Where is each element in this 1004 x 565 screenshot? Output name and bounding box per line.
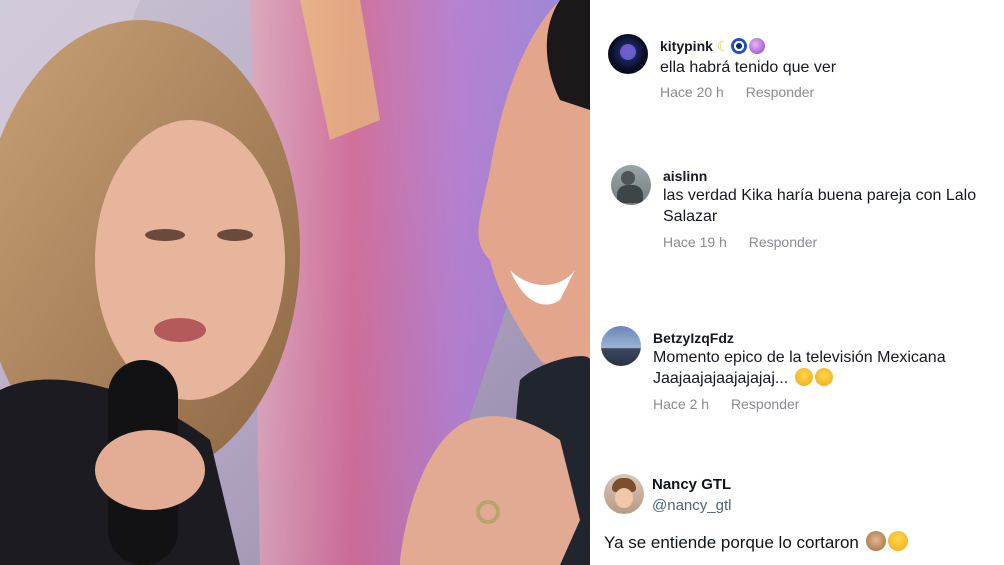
comment-text: ella habrá tenido que ver bbox=[660, 59, 837, 76]
reply-button[interactable]: Responder bbox=[749, 234, 818, 250]
comment-username[interactable]: aislinn bbox=[663, 168, 707, 184]
avatar[interactable] bbox=[608, 34, 648, 74]
comment-timestamp: Hace 20 h bbox=[660, 84, 724, 100]
comments-panel: kitypink ☾ ella habrá tenido que ver Hac… bbox=[590, 0, 1004, 565]
comment-timestamp: Hace 2 h bbox=[653, 396, 710, 412]
video-frame bbox=[0, 0, 590, 565]
crying-laughing-emoji bbox=[794, 368, 813, 386]
evil-eye-emoji bbox=[731, 38, 748, 54]
comment-text-line-2: Jaajaajajaajajajaj... bbox=[653, 368, 993, 389]
comment-meta: Hace 19 h Responder bbox=[663, 234, 835, 250]
video-still-image bbox=[0, 0, 590, 565]
comment-item: kitypink ☾ ella habrá tenido que ver Hac… bbox=[590, 0, 1004, 120]
moon-emoji: ☾ bbox=[716, 38, 730, 54]
tweet-text: Ya se entiende porque lo cortaron bbox=[604, 531, 908, 553]
tears-of-joy-emoji bbox=[814, 368, 833, 386]
reply-button[interactable]: Responder bbox=[746, 84, 815, 100]
comment-text: las verdad Kika haría buena pareja con L… bbox=[663, 187, 977, 225]
avatar[interactable] bbox=[611, 165, 651, 205]
comment-timestamp: Hace 19 h bbox=[663, 234, 727, 250]
comment-meta: Hace 2 h Responder bbox=[653, 396, 817, 412]
tweet-author-handle[interactable]: @nancy_gtl bbox=[652, 497, 731, 514]
crystal-ball-emoji bbox=[749, 38, 766, 54]
reply-button[interactable]: Responder bbox=[731, 396, 800, 412]
tweet-card: Nancy GTL @nancy_gtl Ya se entiende porq… bbox=[590, 460, 1004, 565]
comment-item: aislinn las verdad Kika haría buena pare… bbox=[590, 150, 1004, 260]
rolling-laughing-emoji bbox=[887, 531, 908, 551]
comment-item: BetzyIzqFdz Momento epico de la televisi… bbox=[590, 310, 1004, 430]
comment-meta: Hace 20 h Responder bbox=[660, 84, 832, 100]
comment-text-line: Momento epico de la televisión Mexicana bbox=[653, 349, 946, 366]
tweet-author-name[interactable]: Nancy GTL bbox=[652, 476, 731, 493]
avatar[interactable] bbox=[604, 474, 644, 514]
see-no-evil-monkey-emoji bbox=[865, 531, 886, 551]
avatar[interactable] bbox=[601, 326, 641, 366]
comment-username[interactable]: BetzyIzqFdz bbox=[653, 330, 734, 346]
comment-text: Momento epico de la televisión Mexicana … bbox=[653, 347, 993, 389]
comment-username[interactable]: kitypink ☾ bbox=[660, 38, 766, 55]
